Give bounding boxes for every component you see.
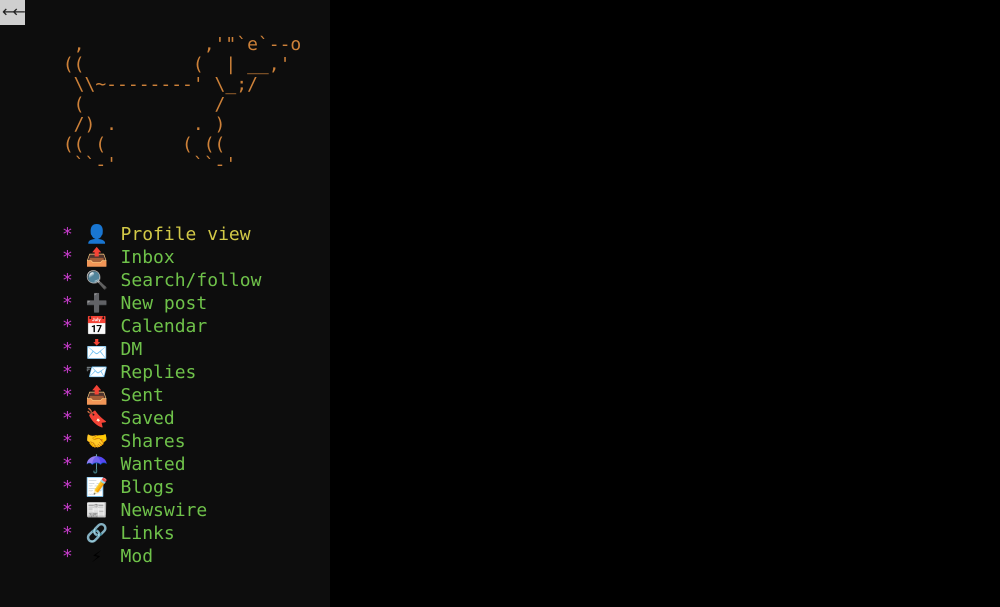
bullet-icon: * (62, 293, 73, 314)
sidebar: , ,'"`e`--o (( ( | __,' \\~--------' \_;… (0, 0, 330, 607)
profile-view-icon: 👤 (84, 223, 110, 246)
menu-label-search-follow[interactable]: Search/follow (121, 270, 262, 291)
menu-label-profile-view[interactable]: Profile view (121, 224, 251, 245)
bullet-icon: * (62, 339, 73, 360)
menu-item-new-post[interactable]: * ➕ New post (62, 292, 330, 315)
bullet-icon: * (62, 224, 73, 245)
menu-label-links[interactable]: Links (121, 523, 175, 544)
menu-item-search-follow[interactable]: * 🔍 Search/follow (62, 269, 330, 292)
sent-icon: 📤 (84, 384, 110, 407)
bullet-icon: * (62, 546, 73, 567)
inbox-icon: 📤 (84, 246, 110, 269)
menu-label-dm[interactable]: DM (121, 339, 143, 360)
mod-icon: ⚡ (84, 545, 110, 568)
menu-label-saved[interactable]: Saved (121, 408, 175, 429)
bullet-icon: * (62, 385, 73, 406)
menu-item-sent[interactable]: * 📤 Sent (62, 384, 330, 407)
bullet-icon: * (62, 431, 73, 452)
menu-item-inbox[interactable]: * 📤 Inbox (62, 246, 330, 269)
saved-icon: 🔖 (84, 407, 110, 430)
menu-item-replies[interactable]: * 📨 Replies (62, 361, 330, 384)
new-post-icon: ➕ (84, 292, 110, 315)
menu-item-dm[interactable]: * 📩 DM (62, 338, 330, 361)
bullet-icon: * (62, 362, 73, 383)
menu-item-calendar[interactable]: * 📅 Calendar (62, 315, 330, 338)
newswire-icon: 📰 (84, 499, 110, 522)
menu-item-blogs[interactable]: * 📝 Blogs (62, 476, 330, 499)
menu-label-calendar[interactable]: Calendar (121, 316, 208, 337)
bullet-icon: * (62, 270, 73, 291)
menu-item-profile-view[interactable]: * 👤 Profile view (62, 223, 330, 246)
bullet-icon: * (62, 408, 73, 429)
bullet-icon: * (62, 247, 73, 268)
shares-icon: 🤝 (84, 430, 110, 453)
bullet-icon: * (62, 523, 73, 544)
menu-item-saved[interactable]: * 🔖 Saved (62, 407, 330, 430)
wanted-icon: ☂️ (84, 453, 110, 476)
menu-label-new-post[interactable]: New post (121, 293, 208, 314)
menu-label-inbox[interactable]: Inbox (121, 247, 175, 268)
menu-item-mod[interactable]: * ⚡ Mod (62, 545, 330, 568)
menu-label-mod[interactable]: Mod (121, 546, 154, 567)
dm-icon: 📩 (84, 338, 110, 361)
nav-menu: * 👤 Profile view* 📤 Inbox* 🔍 Search/foll… (0, 223, 330, 568)
bullet-icon: * (62, 500, 73, 521)
ascii-art-logo: , ,'"`e`--o (( ( | __,' \\~--------' \_;… (0, 35, 330, 175)
bullet-icon: * (62, 316, 73, 337)
links-icon: 🔗 (84, 522, 110, 545)
menu-item-wanted[interactable]: * ☂️ Wanted (62, 453, 330, 476)
menu-label-newswire[interactable]: Newswire (121, 500, 208, 521)
menu-item-shares[interactable]: * 🤝 Shares (62, 430, 330, 453)
menu-label-shares[interactable]: Shares (121, 431, 186, 452)
menu-item-newswire[interactable]: * 📰 Newswire (62, 499, 330, 522)
menu-label-sent[interactable]: Sent (121, 385, 164, 406)
blogs-icon: 📝 (84, 476, 110, 499)
bullet-icon: * (62, 454, 73, 475)
menu-label-wanted[interactable]: Wanted (121, 454, 186, 475)
back-button[interactable]: ←← (0, 0, 25, 25)
menu-label-blogs[interactable]: Blogs (121, 477, 175, 498)
menu-item-links[interactable]: * 🔗 Links (62, 522, 330, 545)
menu-label-replies[interactable]: Replies (121, 362, 197, 383)
replies-icon: 📨 (84, 361, 110, 384)
search-follow-icon: 🔍 (84, 269, 110, 292)
bullet-icon: * (62, 477, 73, 498)
calendar-icon: 📅 (84, 315, 110, 338)
